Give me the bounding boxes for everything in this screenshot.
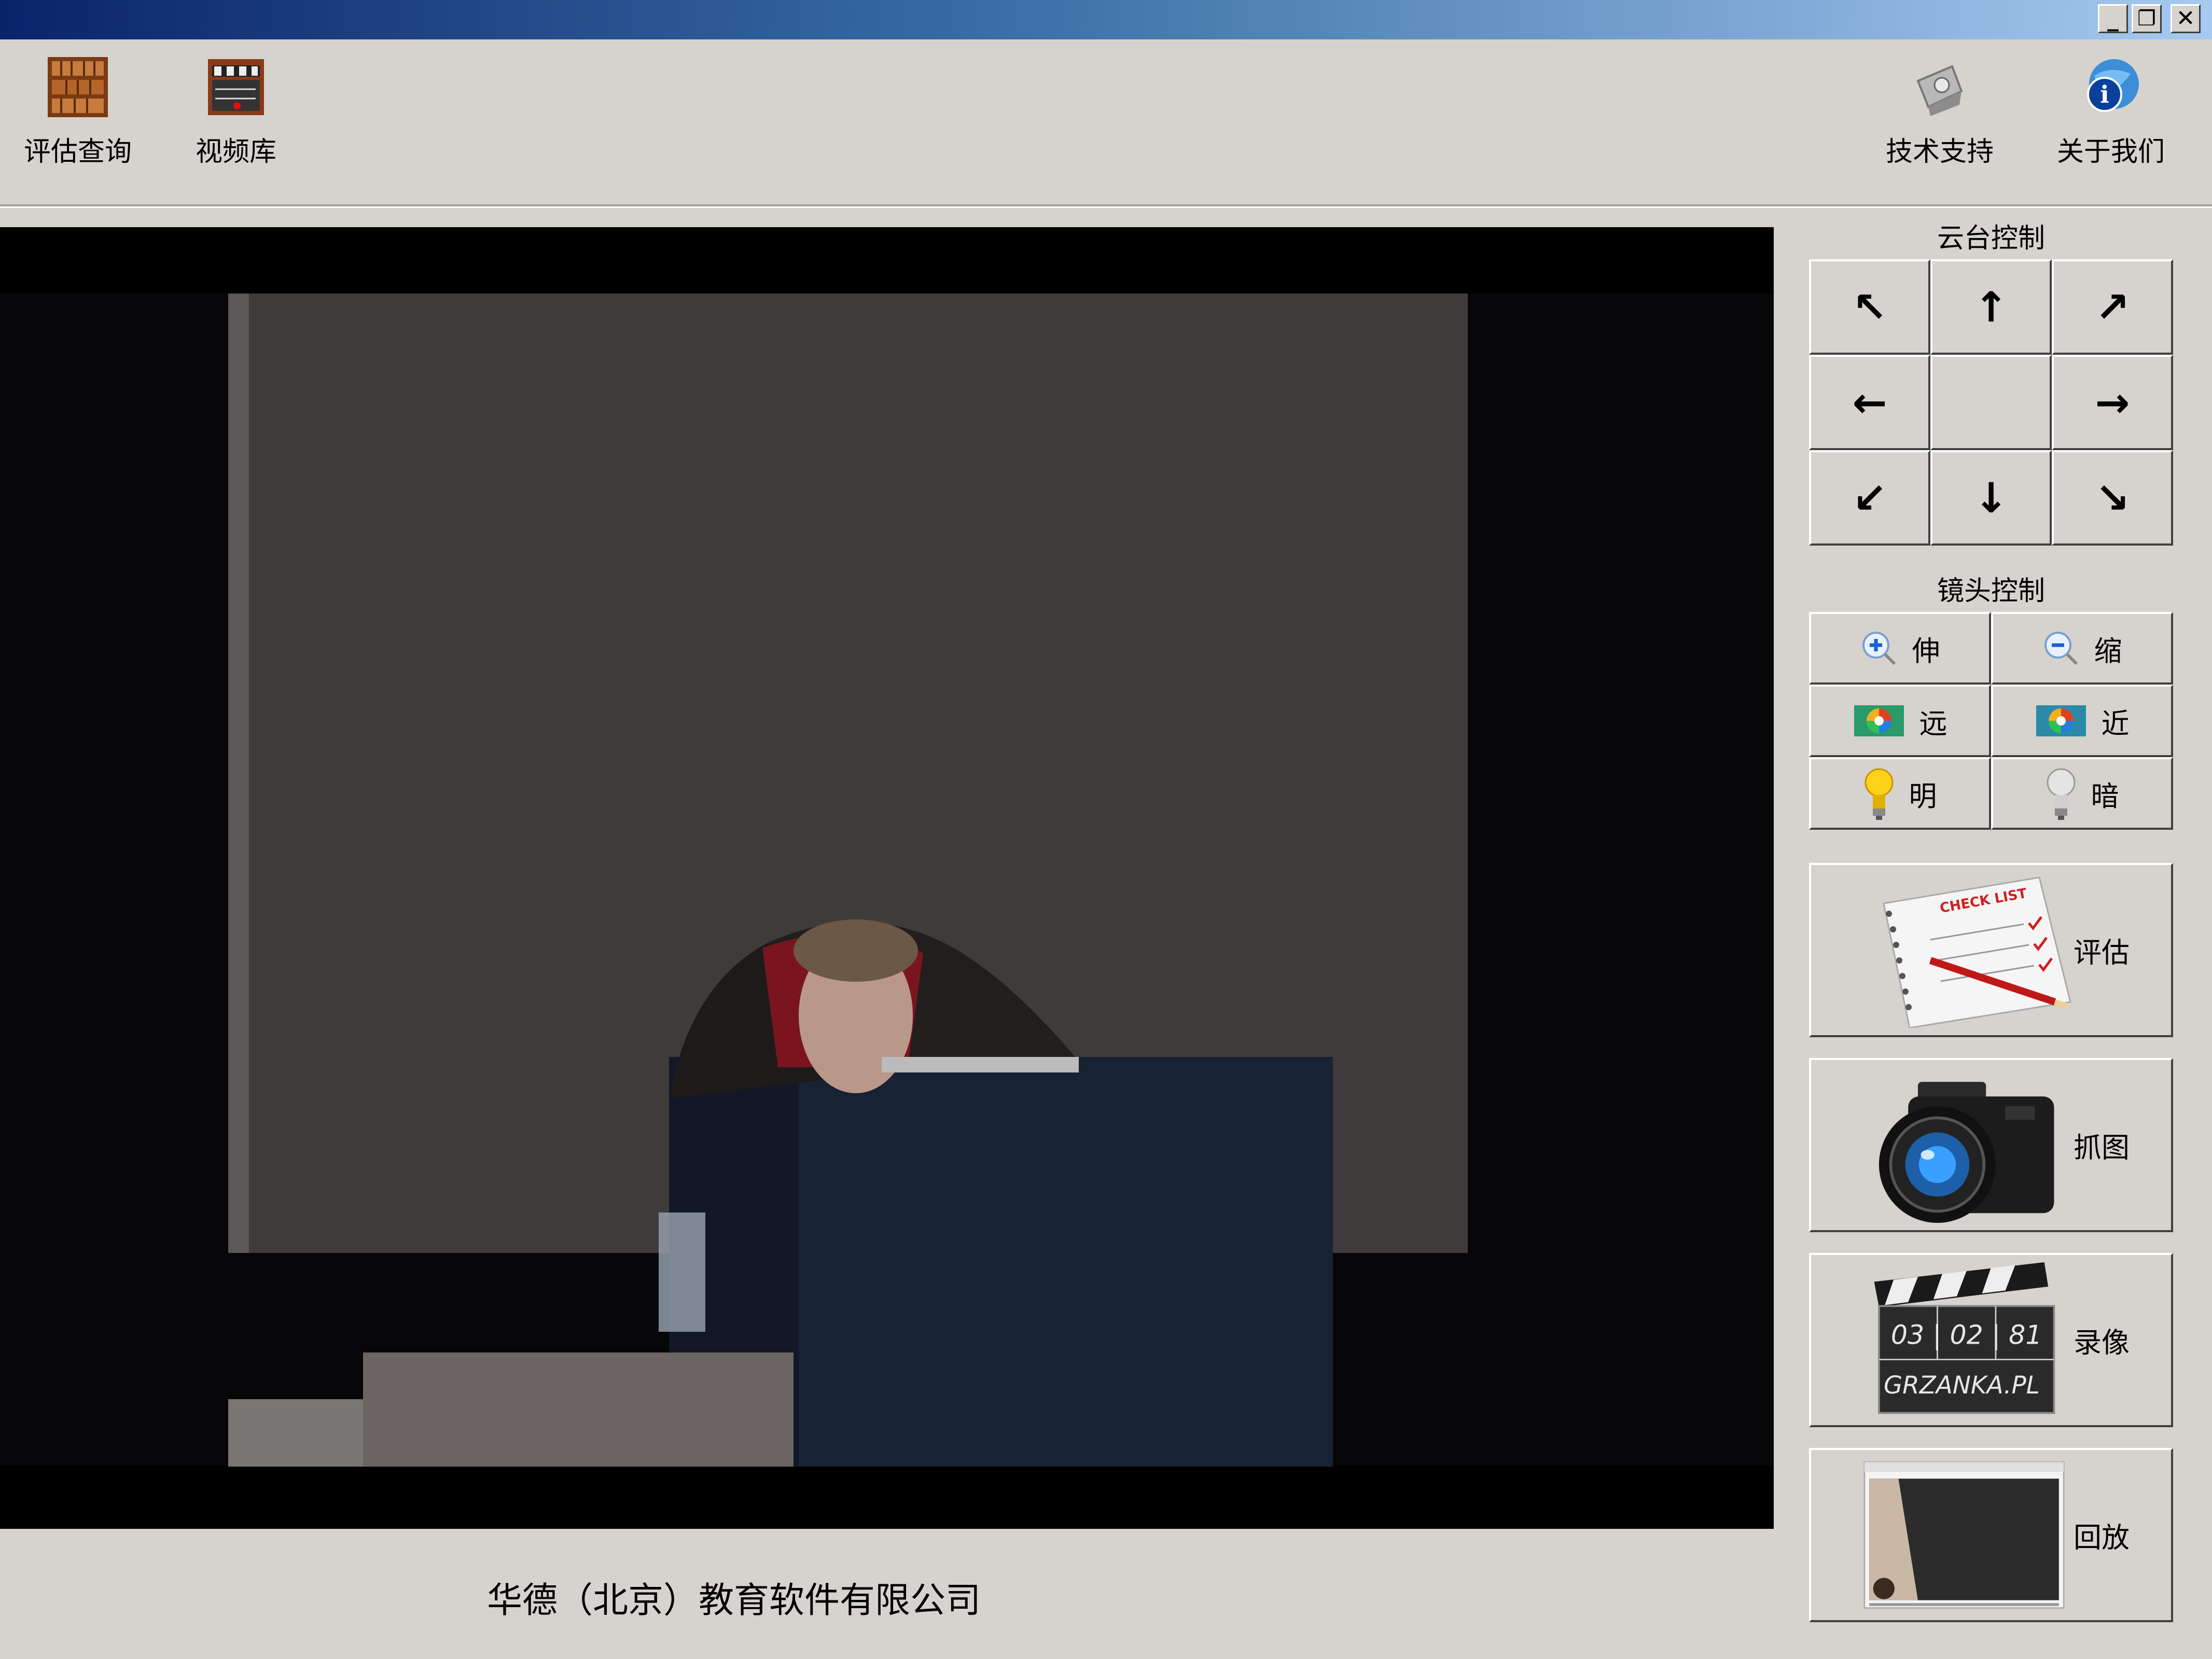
playback-button[interactable]: 回放 (1809, 1448, 2173, 1622)
pan-up-left-button[interactable]: ↖ (1809, 259, 1930, 355)
toolbar-label: 评估查询 (23, 136, 132, 168)
lens-label: 明 (1909, 779, 1937, 813)
lens-label: 近 (2101, 707, 2130, 740)
toolbar-label: 技术支持 (1885, 136, 1994, 168)
bulb-on-icon (1865, 768, 1893, 820)
video-library-button[interactable]: 视频库 (158, 55, 314, 169)
minimize-button[interactable]: _ (2098, 4, 2128, 33)
focus-far-button[interactable]: 远 (1809, 685, 1991, 757)
pan-up-right-button[interactable]: ↗ (2052, 259, 2173, 355)
info-globe-icon: i (2079, 55, 2143, 119)
lens-button-grid: 伸 缩 远 近 明 暗 (1809, 612, 2173, 830)
video-view[interactable] (0, 227, 1774, 1529)
title-bar: _ ❐ ✕ (0, 0, 2212, 39)
zoom-out-icon (2044, 632, 2078, 665)
checklist-icon: CHECK LIST (1883, 876, 2071, 1028)
control-panel: 云台控制 ↖ ↑ ↗ ← → ↙ ↓ ↘ 镜头控制 伸 缩 远 近 明 暗 CH… (1809, 218, 2173, 1622)
about-us-button[interactable]: i 关于我们 (2033, 55, 2189, 169)
toolbar-label: 关于我们 (2056, 136, 2165, 168)
record-button[interactable]: 03 | 02 | 81 GRZANKA.PL 录像 (1809, 1253, 2173, 1427)
ptz-control-title: 云台控制 (1937, 223, 2045, 254)
tech-support-button[interactable]: 技术支持 (1862, 55, 2018, 169)
toolbar: 评估查询 视频库 技术支持 i 关于我们 (0, 39, 2212, 206)
restore-button[interactable]: ❐ (2132, 4, 2162, 33)
action-label: 回放 (2074, 1521, 2130, 1554)
playback-screen-icon (1863, 1461, 2065, 1609)
lens-label: 暗 (2091, 779, 2119, 813)
focus-near-icon (2036, 705, 2086, 736)
clapperboard-icon: 03 | 02 | 81 GRZANKA.PL (1874, 1262, 2055, 1414)
brighten-button[interactable]: 明 (1809, 757, 1991, 830)
support-icon (1908, 55, 1972, 119)
video-frame-image (0, 227, 1774, 1529)
close-button[interactable]: ✕ (2171, 4, 2201, 33)
lens-label: 伸 (1912, 634, 1940, 667)
pan-left-button[interactable]: ← (1809, 355, 1930, 450)
darken-button[interactable]: 暗 (1991, 757, 2173, 830)
tilt-down-button[interactable]: ↓ (1930, 450, 2052, 546)
action-label: 评估 (2074, 936, 2130, 969)
clapperboard-icon (204, 55, 268, 119)
ptz-arrow-grid: ↖ ↑ ↗ ← → ↙ ↓ ↘ (1809, 259, 2173, 546)
action-label: 录像 (2074, 1326, 2130, 1359)
pan-down-left-button[interactable]: ↙ (1809, 450, 1930, 546)
company-name: 华德（北京）教育软件有限公司 (486, 1580, 981, 1621)
focus-near-button[interactable]: 近 (1991, 685, 2173, 757)
pan-down-right-button[interactable]: ↘ (2052, 450, 2173, 546)
assessment-button[interactable]: CHECK LIST 评估 (1809, 863, 2173, 1037)
lens-control-title: 镜头控制 (1937, 576, 2045, 607)
bookshelf-icon (46, 55, 110, 119)
ptz-center-button[interactable] (1930, 355, 2052, 450)
action-label: 抓图 (2074, 1131, 2130, 1164)
assessment-query-button[interactable]: 评估查询 (0, 55, 156, 169)
camera-icon (1879, 1082, 2054, 1223)
focus-far-icon (1854, 705, 1904, 736)
clapper-numbers: 03 | 02 | 81 (1891, 1320, 2042, 1350)
toolbar-label: 视频库 (195, 136, 276, 168)
capture-button[interactable]: 抓图 (1809, 1058, 2173, 1232)
bulb-off-icon (2047, 768, 2075, 820)
zoom-out-button[interactable]: 缩 (1991, 612, 2173, 685)
pan-right-button[interactable]: → (2052, 355, 2173, 450)
svg-text:i: i (2100, 80, 2109, 108)
clapper-brand: GRZANKA.PL (1884, 1371, 2040, 1400)
lens-label: 远 (1919, 707, 1947, 740)
tilt-up-button[interactable]: ↑ (1930, 259, 2052, 355)
zoom-in-button[interactable]: 伸 (1809, 612, 1991, 685)
zoom-in-icon (1862, 632, 1896, 665)
lens-label: 缩 (2094, 634, 2122, 667)
